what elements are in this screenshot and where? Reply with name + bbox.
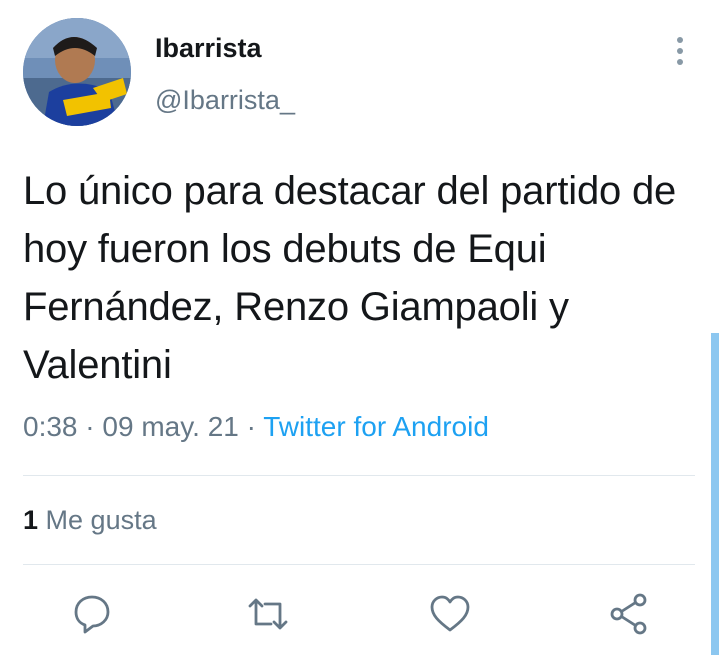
divider: [23, 475, 695, 476]
like-button[interactable]: [428, 592, 472, 636]
divider: [23, 564, 695, 565]
retweet-button[interactable]: [246, 592, 290, 636]
display-name[interactable]: Ibarrista: [155, 33, 262, 64]
share-button[interactable]: [607, 592, 651, 636]
meta-separator: ·: [238, 411, 264, 442]
likes-label: Me gusta: [45, 505, 157, 535]
meta-separator: ·: [77, 411, 103, 442]
tweet-time: 0:38: [23, 411, 78, 442]
likes-stat[interactable]: 1 Me gusta: [23, 505, 157, 536]
retweet-icon: [248, 598, 288, 630]
avatar-photo-icon: [23, 18, 131, 126]
tweet-source-link[interactable]: Twitter for Android: [263, 411, 489, 442]
reply-button[interactable]: [70, 592, 114, 636]
likes-count: 1: [23, 505, 39, 535]
tweet-meta: 0:38 · 09 may. 21 · Twitter for Android: [23, 411, 489, 443]
more-options-button[interactable]: [670, 34, 690, 70]
avatar[interactable]: [23, 18, 131, 126]
tweet-card: Ibarrista @Ibarrista_ Lo único para dest…: [0, 0, 719, 655]
reply-icon: [74, 595, 110, 634]
tweet-text: Lo único para destacar del partido de ho…: [23, 169, 677, 387]
share-icon: [610, 593, 647, 635]
tweet-date: 09 may. 21: [102, 411, 239, 442]
more-vertical-icon: [677, 37, 683, 65]
scrollbar[interactable]: [711, 333, 719, 655]
user-handle[interactable]: @Ibarrista_: [155, 85, 295, 116]
heart-icon: [430, 595, 470, 632]
